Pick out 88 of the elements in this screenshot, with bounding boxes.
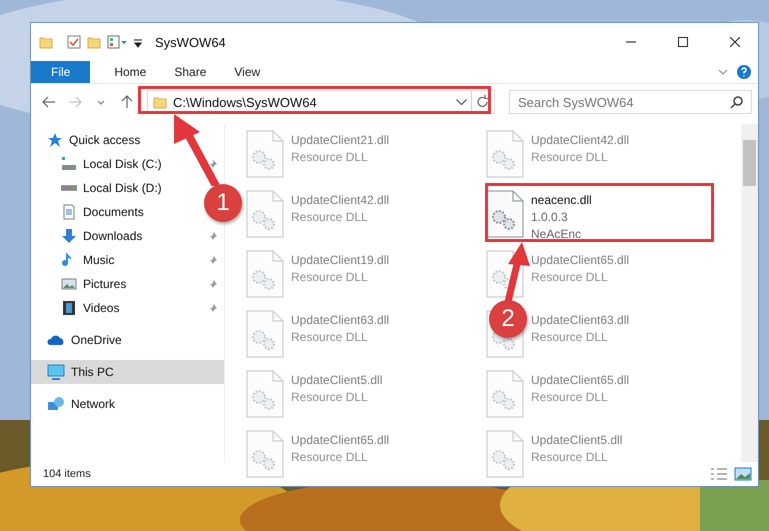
nav-item[interactable]: Quick access: [31, 128, 146, 152]
ribbon-tab[interactable]: Share: [160, 61, 220, 83]
file-menu-tab[interactable]: File: [31, 61, 90, 83]
pin-icon: [208, 159, 218, 169]
nav-item[interactable]: Documents: [31, 200, 150, 224]
file-name: UpdateClient65.dll: [531, 372, 630, 389]
file-name: UpdateClient21.dll: [291, 132, 390, 149]
maximize-icon: [678, 37, 688, 47]
pin-icon: [208, 303, 218, 313]
large-icons-view-icon: [734, 467, 752, 481]
nav-item[interactable]: Local Disk (D:): [31, 176, 168, 200]
file-icon: [245, 250, 285, 298]
caret-icon: [97, 100, 105, 104]
file-detail: 1.0.0.3: [531, 209, 569, 226]
details-view-icon: [710, 467, 728, 481]
drive-icon: [61, 156, 77, 172]
file-name: UpdateClient63.dll: [291, 312, 390, 329]
nav-item[interactable]: This PC: [31, 360, 224, 384]
picture-icon: [61, 276, 77, 292]
file-icon: [485, 130, 525, 178]
file-detail: Resource DLL: [291, 149, 369, 166]
minimize-icon: [626, 41, 636, 43]
down-arrow-icon: [61, 228, 77, 244]
pin-icon: [208, 231, 218, 241]
window-title: SysWOW64: [155, 34, 226, 50]
file-icon: [245, 310, 285, 358]
file-detail: Resource DLL: [291, 329, 369, 346]
network-icon: [47, 396, 65, 412]
file-icon: [245, 370, 285, 418]
right-arrow-icon: [68, 96, 82, 108]
file-detail: Resource DLL: [531, 449, 609, 466]
file-detail: Resource DLL: [291, 449, 369, 466]
left-arrow-icon: [42, 96, 56, 108]
folder-icon: [39, 35, 53, 49]
nav-item[interactable]: Pictures: [31, 272, 224, 296]
file-detail: Resource DLL: [291, 269, 369, 286]
up-arrow-icon: [121, 95, 133, 109]
file-detail: Resource DLL: [531, 329, 609, 346]
properties-icon: [107, 35, 127, 49]
file-detail: Resource DLL: [531, 269, 609, 286]
nav-item[interactable]: Local Disk (C:): [31, 152, 224, 176]
file-detail: Resource DLL: [531, 389, 609, 406]
file-icon: [245, 430, 285, 478]
file-detail: Resource DLL: [291, 389, 369, 406]
file-name: UpdateClient63.dll: [531, 312, 630, 329]
close-icon: [730, 37, 740, 47]
search-field[interactable]: Search SysWOW64: [509, 90, 752, 114]
file-detail: Resource DLL: [531, 149, 609, 166]
scrollbar[interactable]: [741, 124, 758, 462]
ribbon-tab[interactable]: View: [220, 61, 274, 83]
file-icon: [485, 370, 525, 418]
folder-icon: [87, 35, 101, 49]
ribbon-tab[interactable]: Home: [100, 61, 160, 83]
dropdown-icon: [456, 99, 467, 105]
nav-item[interactable]: Videos: [31, 296, 224, 320]
document-icon: [61, 204, 77, 220]
nav-item[interactable]: OneDrive: [31, 328, 128, 352]
pin-icon: [208, 279, 218, 289]
search-icon: [730, 95, 744, 109]
nav-item[interactable]: Music: [31, 248, 224, 272]
file-name: UpdateClient5.dll: [291, 372, 382, 389]
monitor-icon: [47, 364, 65, 380]
folder-icon: [153, 95, 167, 109]
star-icon: [47, 132, 63, 148]
file-detail: Resource DLL: [291, 209, 369, 226]
nav-item[interactable]: Network: [31, 392, 122, 416]
file-name: neacenc.dll: [531, 192, 592, 209]
file-name: UpdateClient42.dll: [291, 192, 390, 209]
drive-icon: [61, 185, 77, 191]
file-icon: [485, 430, 525, 478]
file-icon: [245, 190, 285, 238]
film-icon: [61, 300, 77, 316]
file-icon: [485, 190, 525, 238]
file-name: UpdateClient65.dll: [531, 252, 630, 269]
file-name: UpdateClient19.dll: [291, 252, 390, 269]
file-icon: [245, 130, 285, 178]
file-name: UpdateClient5.dll: [531, 432, 622, 449]
file-name: UpdateClient65.dll: [291, 432, 390, 449]
arrow: [502, 242, 532, 302]
chevron-icon: [718, 69, 728, 75]
checklist-icon: [67, 35, 81, 49]
nav-item[interactable]: Downloads: [31, 224, 224, 248]
pin-icon: [208, 255, 218, 265]
address-path: C:\Windows\SysWOW64: [173, 94, 318, 110]
cloud-icon: [47, 333, 65, 347]
file-name: UpdateClient42.dll: [531, 132, 630, 149]
item-count: 104 items: [43, 468, 91, 480]
file-detail: NeAcEnc: [531, 226, 582, 243]
